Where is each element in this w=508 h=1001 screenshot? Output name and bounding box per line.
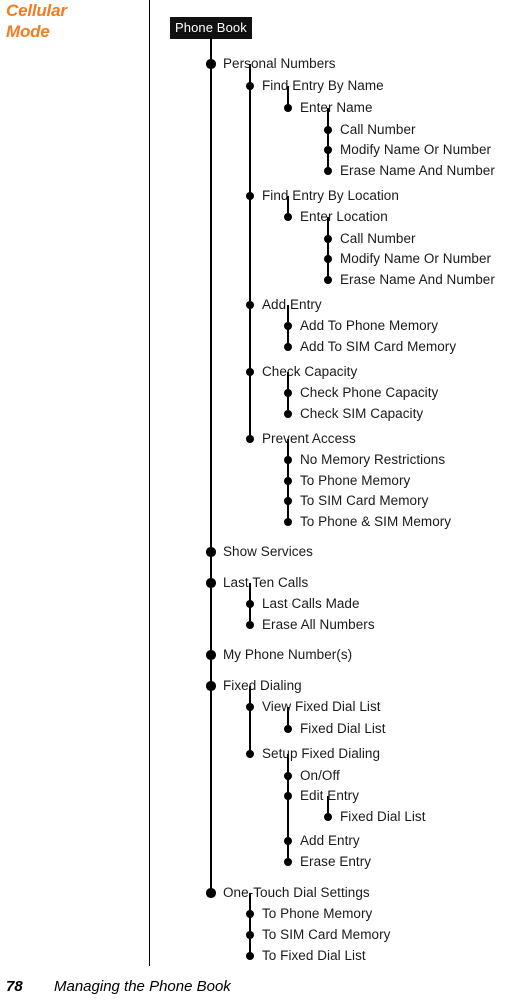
menu-tree-diagram: Phone Book Personal Numbers Find Entry By…: [0, 0, 508, 1001]
tree-connector: [249, 893, 251, 956]
tree-connector: [210, 36, 212, 893]
tree-node-label: Fixed Dial List: [300, 721, 386, 736]
tree-node-label: To Phone Memory: [262, 906, 373, 921]
tree-node-label: Find Entry By Location: [262, 188, 399, 203]
tree-node-bullet-icon: [206, 578, 216, 588]
tree-node-bullet-icon: [206, 547, 216, 557]
tree-node-bullet-icon: [284, 410, 292, 418]
tree-node-bullet-icon: [246, 82, 254, 90]
tree-connector: [327, 217, 329, 280]
tree-node-bullet-icon: [284, 213, 292, 221]
tree-node-label: Enter Location: [300, 209, 388, 224]
tree-node-bullet-icon: [284, 456, 292, 464]
tree-node-label: Fixed Dial List: [340, 809, 426, 824]
tree-node-label: Modify Name Or Number: [340, 251, 492, 266]
tree-node-bullet-icon: [324, 276, 332, 284]
tree-node-label: Edit Entry: [300, 788, 360, 803]
tree-node-label: Add Entry: [262, 297, 322, 312]
tree-node-label: Erase Entry: [300, 854, 372, 869]
tree-node-label: One-Touch Dial Settings: [223, 885, 370, 900]
tree-node-label: To Phone Memory: [300, 473, 411, 488]
tree-node-label: Add To Phone Memory: [300, 318, 439, 333]
tree-node-label: Erase Name And Number: [340, 272, 495, 287]
tree-node-label: Add To SIM Card Memory: [300, 339, 457, 354]
tree-node-label: Call Number: [340, 231, 416, 246]
tree-node-bullet-icon: [284, 518, 292, 526]
tree-node-label: To SIM Card Memory: [262, 927, 391, 942]
tree-node-label: Call Number: [340, 122, 416, 137]
tree-node-bullet-icon: [246, 703, 254, 711]
tree-node-bullet-icon: [246, 192, 254, 200]
tree-node-bullet-icon: [246, 910, 254, 918]
tree-node-bullet-icon: [246, 368, 254, 376]
tree-node-bullet-icon: [206, 59, 216, 69]
tree-node-bullet-icon: [246, 435, 254, 443]
tree-node-bullet-icon: [284, 322, 292, 330]
tree-node-label: Show Services: [223, 544, 313, 559]
tree-node-label: Fixed Dialing: [223, 678, 302, 693]
tree-node-bullet-icon: [284, 389, 292, 397]
tree-node-label: Last Ten Calls: [223, 575, 309, 590]
tree-node-bullet-icon: [246, 750, 254, 758]
tree-node-bullet-icon: [284, 104, 292, 112]
tree-node-bullet-icon: [246, 301, 254, 309]
tree-node-bullet-icon: [324, 235, 332, 243]
tree-node-bullet-icon: [284, 772, 292, 780]
tree-node-label: Find Entry By Name: [262, 78, 384, 93]
tree-node-bullet-icon: [246, 621, 254, 629]
tree-node-label: Personal Numbers: [223, 56, 336, 71]
tree-node-bullet-icon: [246, 952, 254, 960]
tree-node-label: Check Phone Capacity: [300, 385, 439, 400]
tree-node-bullet-icon: [284, 837, 292, 845]
tree-node-label: To Phone & SIM Memory: [300, 514, 452, 529]
tree-node-label: No Memory Restrictions: [300, 452, 446, 467]
tree-node-label: Erase All Numbers: [262, 617, 375, 632]
tree-node-bullet-icon: [324, 255, 332, 263]
tree-node-bullet-icon: [206, 681, 216, 691]
tree-node-label: Enter Name: [300, 100, 373, 115]
tree-node-label: Erase Name And Number: [340, 163, 495, 178]
tree-node-bullet-icon: [246, 931, 254, 939]
tree-connector: [327, 108, 329, 171]
tree-node-bullet-icon: [284, 792, 292, 800]
footer-page-title: Managing the Phone Book: [54, 978, 231, 995]
tree-node-label: Check SIM Capacity: [300, 406, 424, 421]
page-footer: 78 Managing the Phone Book: [6, 978, 426, 998]
tree-node-bullet-icon: [284, 497, 292, 505]
tree-node-label: Prevent Access: [262, 431, 356, 446]
tree-connector: [287, 754, 289, 862]
tree-node-bullet-icon: [324, 146, 332, 154]
tree-node-label: To SIM Card Memory: [300, 493, 429, 508]
tree-node-bullet-icon: [324, 126, 332, 134]
tree-node-label: Modify Name Or Number: [340, 142, 492, 157]
tree-node-label: My Phone Number(s): [223, 647, 353, 662]
footer-page-number: 78: [6, 978, 23, 995]
tree-connector: [249, 686, 251, 754]
tree-node-bullet-icon: [284, 725, 292, 733]
tree-node-bullet-icon: [324, 813, 332, 821]
tree-node-bullet-icon: [206, 888, 216, 898]
tree-node-bullet-icon: [246, 600, 254, 608]
tree-node-label: View Fixed Dial List: [262, 699, 381, 714]
tree-connector: [249, 64, 251, 439]
tree-node-bullet-icon: [284, 343, 292, 351]
tree-node-bullet-icon: [284, 477, 292, 485]
tree-node-label: Last Calls Made: [262, 596, 360, 611]
tree-node-bullet-icon: [206, 650, 216, 660]
tree-node-label: On/Off: [300, 768, 340, 783]
tree-node-bullet-icon: [284, 858, 292, 866]
tree-node-label: Setup Fixed Dialing: [262, 746, 381, 761]
tree-node-label: Add Entry: [300, 833, 360, 848]
tree-node-label: To Fixed Dial List: [262, 948, 366, 963]
tree-node-bullet-icon: [324, 167, 332, 175]
tree-node-label: Check Capacity: [262, 364, 358, 379]
